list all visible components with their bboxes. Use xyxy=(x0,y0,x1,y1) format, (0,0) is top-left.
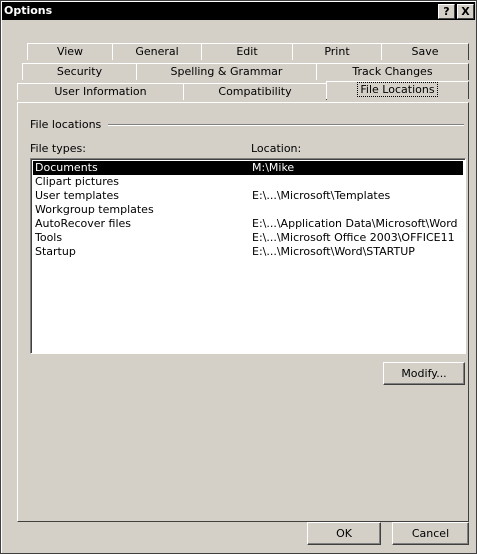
tab-edit[interactable]: Edit xyxy=(201,43,293,60)
file-type: User templates xyxy=(35,189,119,202)
tab-label: Security xyxy=(56,65,103,78)
tab-file-locations[interactable]: File Locations xyxy=(326,81,469,99)
tab-label: Save xyxy=(411,45,439,58)
tab-label: File Locations xyxy=(357,82,438,97)
help-button[interactable]: ? xyxy=(438,4,455,19)
file-type: AutoRecover files xyxy=(35,217,132,230)
tab-spelling-grammar[interactable]: Spelling & Grammar xyxy=(136,63,317,80)
tab-general[interactable]: General xyxy=(112,43,202,60)
list-item[interactable]: Documents M:\Mike xyxy=(33,161,463,175)
tab-label: Spelling & Grammar xyxy=(170,65,283,78)
list-item[interactable]: User templates E:\...\Microsoft\Template… xyxy=(33,189,463,203)
list-item[interactable]: Startup E:\...\Microsoft\Word\STARTUP xyxy=(33,245,463,259)
tab-label: Edit xyxy=(236,45,258,58)
tab-save[interactable]: Save xyxy=(381,43,469,60)
file-types-header: File types: xyxy=(30,142,86,155)
cancel-button[interactable]: Cancel xyxy=(392,522,469,545)
file-location: E:\...\Microsoft\Templates xyxy=(252,189,391,202)
tab-print[interactable]: Print xyxy=(292,43,382,60)
file-type: Workgroup templates xyxy=(35,203,154,216)
file-locations-list[interactable]: Documents M:\Mike Clipart pictures User … xyxy=(30,158,466,354)
tab-label: View xyxy=(56,45,84,58)
close-button[interactable]: X xyxy=(457,4,474,19)
tab-track-changes[interactable]: Track Changes xyxy=(316,63,469,80)
file-type: Startup xyxy=(35,245,76,258)
modify-button[interactable]: Modify... xyxy=(383,362,465,385)
tab-label: Print xyxy=(324,45,350,58)
file-type: Documents xyxy=(35,161,98,174)
file-location: E:\...\Microsoft\Word\STARTUP xyxy=(252,245,415,258)
group-label: File locations xyxy=(30,118,102,131)
tab-label: User Information xyxy=(54,85,147,98)
tab-label: General xyxy=(135,45,179,58)
file-location: E:\...\Application Data\Microsoft\Word xyxy=(252,217,458,230)
tab-compatibility[interactable]: Compatibility xyxy=(183,83,327,100)
file-location: M:\Mike xyxy=(252,161,295,174)
ok-button[interactable]: OK xyxy=(307,522,381,545)
list-item[interactable]: Tools E:\...\Microsoft Office 2003\OFFIC… xyxy=(33,231,463,245)
dialog-title: Options xyxy=(4,4,53,17)
file-type: Clipart pictures xyxy=(35,175,119,188)
title-bar: Options ? X xyxy=(2,2,475,20)
tab-label: Track Changes xyxy=(352,65,433,78)
list-item[interactable]: AutoRecover files E:\...\Application Dat… xyxy=(33,217,463,231)
location-header: Location: xyxy=(251,142,302,155)
tab-security[interactable]: Security xyxy=(22,63,137,80)
list-item[interactable]: Workgroup templates xyxy=(33,203,463,217)
list-item[interactable]: Clipart pictures xyxy=(33,175,463,189)
file-type: Tools xyxy=(35,231,63,244)
tab-label: Compatibility xyxy=(218,85,292,98)
tab-view[interactable]: View xyxy=(27,43,113,60)
tab-user-information[interactable]: User Information xyxy=(17,83,184,100)
group-divider xyxy=(108,124,464,126)
file-location: E:\...\Microsoft Office 2003\OFFICE11 xyxy=(252,231,455,244)
